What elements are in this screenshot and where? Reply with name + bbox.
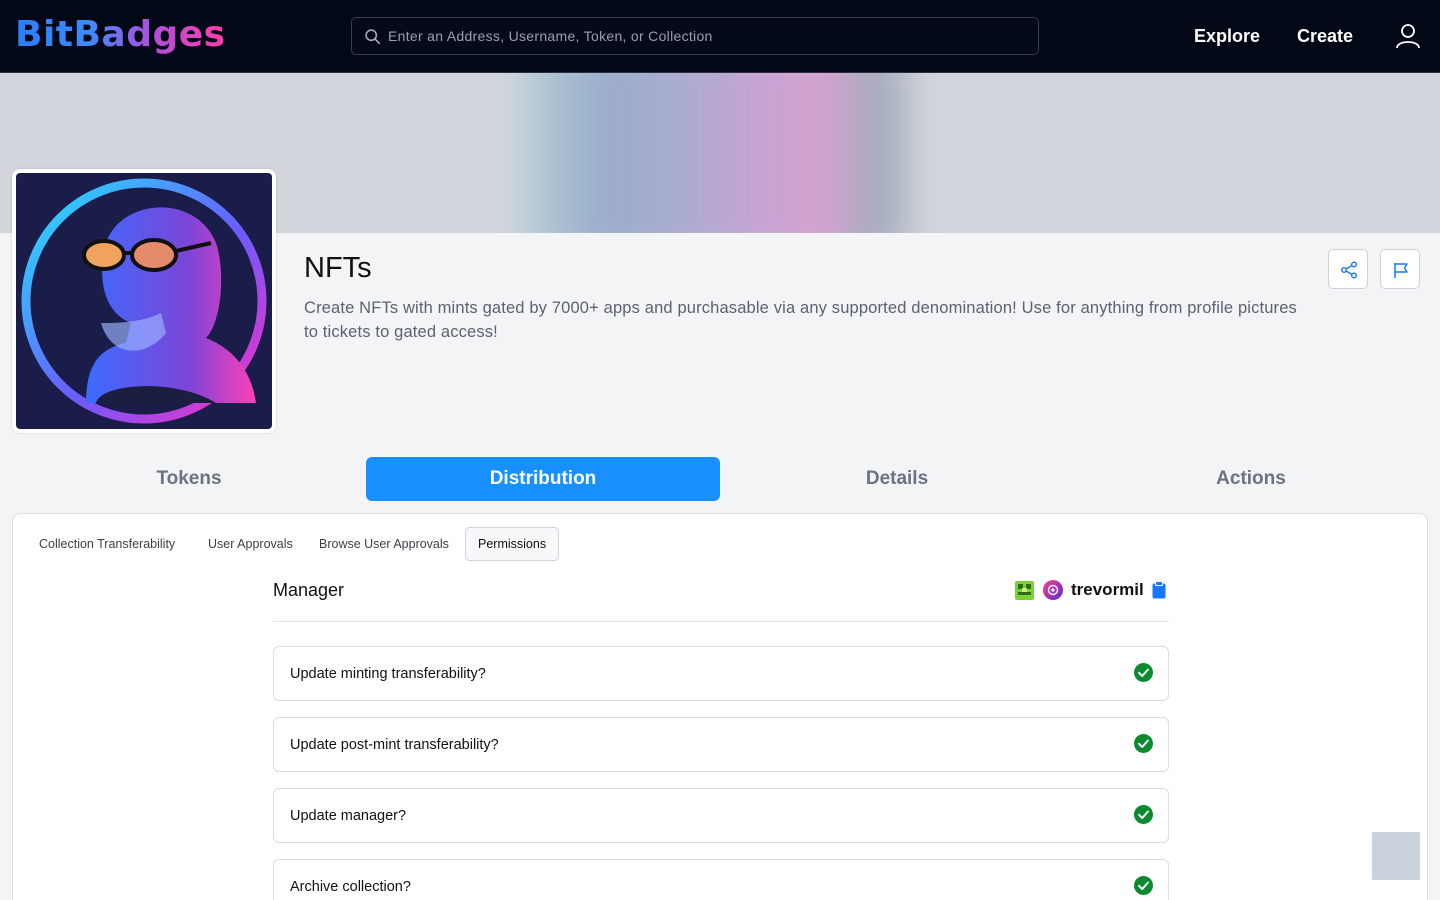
search-bar[interactable] xyxy=(351,17,1039,55)
flag-icon xyxy=(1394,263,1408,278)
nav-create-link[interactable]: Create xyxy=(1297,22,1353,50)
check-icon xyxy=(1134,734,1153,753)
chain-badge-icon xyxy=(1015,581,1034,600)
user-icon[interactable] xyxy=(1395,23,1421,49)
subtab-user-approvals[interactable]: User Approvals xyxy=(195,527,306,561)
tab-actions[interactable]: Actions xyxy=(1074,457,1428,501)
permission-label: Update post-mint transferability? xyxy=(290,737,499,753)
floating-action-button[interactable] xyxy=(1372,832,1420,880)
collection-avatar-image xyxy=(16,173,272,429)
nav-explore-link[interactable]: Explore xyxy=(1194,22,1260,50)
share-icon xyxy=(1341,261,1357,279)
permission-item[interactable]: Update manager? xyxy=(273,788,1169,843)
search-input[interactable] xyxy=(388,18,1028,54)
permission-item[interactable]: Update post-mint transferability? xyxy=(273,717,1169,772)
banner-image xyxy=(520,73,920,233)
manager-row: Manager trevormil xyxy=(273,576,1169,622)
share-button[interactable] xyxy=(1328,249,1368,289)
check-icon xyxy=(1134,805,1153,824)
tab-tokens[interactable]: Tokens xyxy=(12,457,366,501)
subtab-browse-user-approvals[interactable]: Browse User Approvals xyxy=(306,527,462,561)
permission-item[interactable]: Archive collection? xyxy=(273,859,1169,900)
top-nav-bar: BitBadges Explore Create xyxy=(0,0,1440,73)
permission-item[interactable]: Update minting transferability? xyxy=(273,646,1169,701)
collection-avatar xyxy=(12,169,276,433)
manager-label: Manager xyxy=(273,580,345,600)
manager-username[interactable]: trevormil xyxy=(1071,578,1144,602)
check-icon xyxy=(1134,876,1153,895)
permission-label: Update manager? xyxy=(290,808,407,824)
bitbadges-logo[interactable]: BitBadges xyxy=(15,13,226,57)
collection-title: NFTs xyxy=(304,252,372,284)
profile-avatar-icon xyxy=(1043,580,1063,600)
subtab-permissions[interactable]: Permissions xyxy=(465,527,560,561)
report-button[interactable] xyxy=(1380,249,1420,289)
subtab-collection-transferability[interactable]: Collection Transferability xyxy=(26,527,188,561)
tab-distribution[interactable]: Distribution xyxy=(366,457,720,501)
search-icon xyxy=(365,29,381,45)
check-icon xyxy=(1134,663,1153,682)
copy-icon[interactable] xyxy=(1152,581,1166,599)
collection-description: Create NFTs with mints gated by 7000+ ap… xyxy=(304,299,1297,341)
permission-label: Archive collection? xyxy=(290,879,411,895)
permission-label: Update minting transferability? xyxy=(290,666,486,682)
distribution-card: Collection Transferability User Approval… xyxy=(12,513,1428,900)
tab-details[interactable]: Details xyxy=(720,457,1074,501)
